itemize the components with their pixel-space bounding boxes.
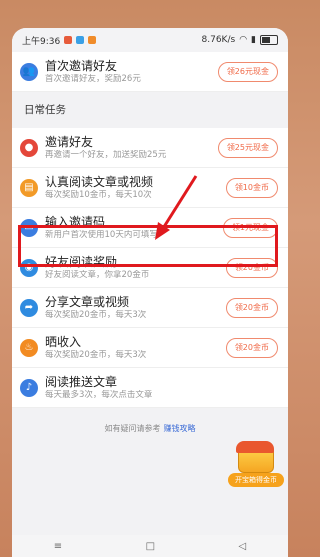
arrow-annotation	[155, 175, 198, 240]
